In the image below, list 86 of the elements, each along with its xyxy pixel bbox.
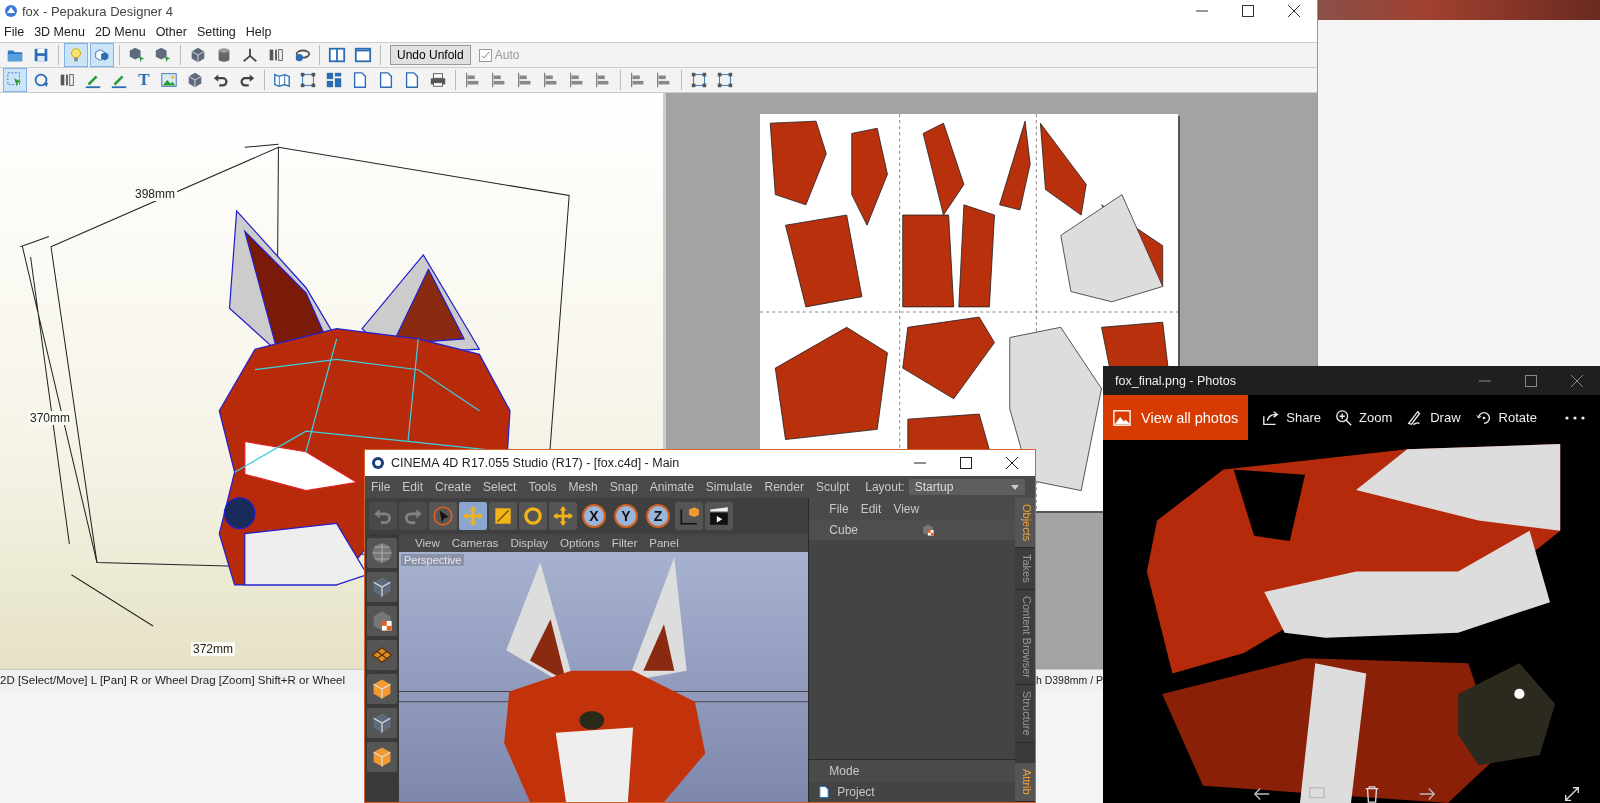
menu-item[interactable]: 2D Menu <box>90 25 152 39</box>
menu-item[interactable]: Snap <box>603 480 644 494</box>
cubes-icon[interactable] <box>90 43 114 67</box>
window-title: fox_final.png - Photos <box>1115 373 1236 388</box>
menu-item[interactable]: Edit <box>860 502 882 516</box>
side-tab[interactable]: Structure <box>1015 685 1035 743</box>
menu-item[interactable]: Animate <box>643 480 700 494</box>
window-title: CINEMA 4D R17.055 Studio (R17) - [fox.c4d] - Main <box>391 456 680 470</box>
menu-item[interactable]: File <box>0 25 31 39</box>
delete-icon[interactable] <box>1363 785 1381 803</box>
caret-icon <box>1010 484 1019 490</box>
close-icon[interactable] <box>1005 456 1019 470</box>
close-icon[interactable] <box>1287 4 1301 18</box>
menu-item[interactable]: Other <box>151 25 193 39</box>
attribute-item[interactable]: Project <box>837 785 875 799</box>
zoom-icon <box>1335 408 1353 427</box>
menu-item[interactable]: Select <box>477 480 523 494</box>
selection-icon[interactable] <box>3 68 27 92</box>
dimension-label: 398mm <box>133 187 177 201</box>
toolbar-button[interactable]: Rotate <box>1474 408 1537 427</box>
undo-unfold-button[interactable]: Undo Unfold <box>390 45 471 65</box>
axis-lock-button[interactable]: X <box>582 504 606 528</box>
share-icon <box>1262 408 1281 427</box>
menu-item[interactable]: Tools <box>522 480 563 494</box>
menu-item[interactable]: Help <box>241 25 278 39</box>
move-icon[interactable] <box>549 502 577 530</box>
dimension-label: 372mm <box>191 642 235 656</box>
menu-item[interactable]: Options <box>560 537 600 549</box>
menu-item[interactable]: File <box>365 480 397 494</box>
menu-item[interactable]: Filter <box>611 537 638 549</box>
toolbar-button[interactable]: Zoom <box>1335 408 1393 427</box>
window-title: fox - Pepakura Designer 4 <box>22 3 174 19</box>
viewport-label: Perspective <box>401 554 465 566</box>
menu-item[interactable]: Mode <box>829 764 860 778</box>
cursor-icon[interactable] <box>429 502 457 530</box>
app-logo-icon <box>4 4 18 18</box>
status-text: h D398mm / P <box>1035 674 1103 686</box>
axis-lock-button[interactable]: Z <box>646 504 670 528</box>
cube-icon[interactable] <box>367 708 397 738</box>
menu-item[interactable]: Simulate <box>699 480 759 494</box>
maximize-icon[interactable] <box>1241 4 1255 18</box>
cube-icon[interactable] <box>367 572 397 602</box>
view-all-photos-button[interactable]: View all photos <box>1103 395 1249 440</box>
dimension-label: 370mm <box>28 411 72 425</box>
menu-item[interactable]: Setting <box>192 25 242 39</box>
side-tab[interactable]: Takes <box>1015 548 1035 591</box>
toolbar-button[interactable]: Draw <box>1406 408 1461 427</box>
menu-item[interactable]: View <box>893 502 920 516</box>
app-logo-icon <box>371 456 385 470</box>
menu-item[interactable]: Create <box>429 480 478 494</box>
cube-icon[interactable] <box>367 742 397 772</box>
maximize-icon[interactable] <box>959 456 973 470</box>
menu-item[interactable]: Mesh <box>562 480 604 494</box>
document-icon <box>817 785 832 799</box>
menu-item[interactable]: Render <box>758 480 810 494</box>
text-tool-button[interactable]: T <box>133 69 155 91</box>
status-text: 2D [Select/Move] L [Pan] R or Wheel Drag [Zoom] Shift+R or Wheel <box>0 674 346 686</box>
side-tab[interactable]: Objects <box>1015 498 1035 549</box>
more-icon[interactable] <box>1564 414 1586 421</box>
checker-icon <box>921 523 936 537</box>
cube-icon[interactable] <box>367 674 397 704</box>
menu-item[interactable]: Display <box>510 537 549 549</box>
menu-item[interactable]: 3D Menu <box>30 25 91 39</box>
plane-icon[interactable] <box>367 640 397 670</box>
layout-dropdown[interactable]: Startup <box>908 479 1025 495</box>
menu-item[interactable]: Panel <box>649 537 679 549</box>
menu-item[interactable]: View <box>415 537 440 549</box>
coordinate-icon[interactable] <box>675 502 703 530</box>
rotate-icon[interactable] <box>519 502 547 530</box>
previous-icon[interactable] <box>1253 785 1271 803</box>
menu-item[interactable]: Sculpt <box>809 480 856 494</box>
scale-icon[interactable] <box>489 502 517 530</box>
checkmark-icon <box>480 50 490 60</box>
toolbar-button[interactable]: Share <box>1262 408 1321 427</box>
side-tab[interactable]: Content Browser <box>1015 590 1035 685</box>
layout-label: Layout: <box>865 480 905 494</box>
axis-lock-button[interactable]: Y <box>614 504 638 528</box>
menu-item[interactable]: File <box>829 502 849 516</box>
fullscreen-icon[interactable] <box>1563 785 1581 803</box>
checker-cube-icon[interactable] <box>367 606 397 636</box>
clapperboard-icon[interactable] <box>705 502 733 530</box>
next-icon[interactable] <box>1418 785 1436 803</box>
menu-item[interactable]: Edit <box>396 480 430 494</box>
side-tab[interactable]: Attrib <box>1015 763 1035 802</box>
photos-icon <box>1113 408 1131 427</box>
menu-item[interactable]: Cameras <box>451 537 499 549</box>
